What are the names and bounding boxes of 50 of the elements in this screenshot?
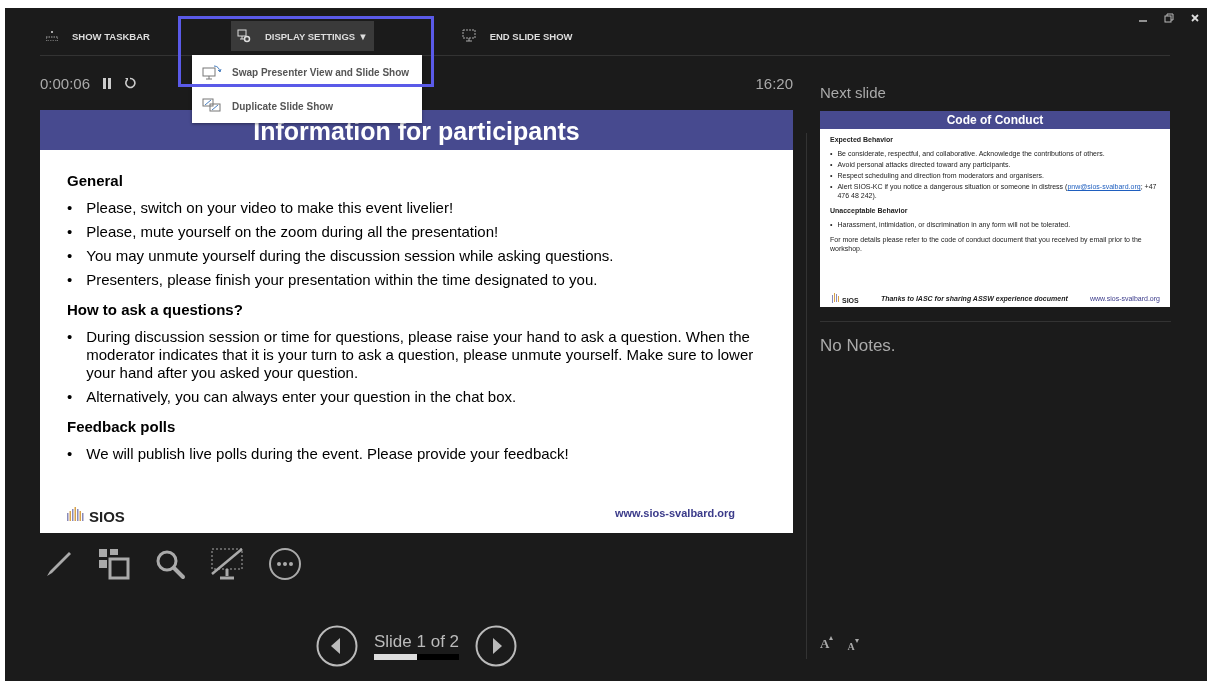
reset-icon[interactable] — [124, 77, 137, 89]
website-url: www.sios-svalbard.org — [615, 507, 735, 519]
up-triangle-icon — [829, 636, 834, 640]
slide-counter: Slide 1 of 2 — [373, 632, 460, 652]
bullet-text: Please, mute yourself on the zoom during all the presentation! — [86, 223, 499, 241]
bullet-marker: • — [67, 388, 73, 406]
more-options-icon[interactable] — [268, 547, 302, 581]
pause-icon[interactable] — [102, 77, 113, 89]
bullet-text: You may unmute yourself during the discussion session while asking questions. — [86, 247, 614, 265]
logo-mark-icon — [832, 293, 842, 304]
elapsed-time: 0:00:06 — [40, 74, 91, 92]
duplicate-screens-icon — [202, 98, 222, 114]
down-triangle-icon — [854, 639, 859, 643]
toolbar-button[interactable]: END SLIDE SHOW — [455, 21, 579, 51]
bullet-text: Presenters, please finish your presentation within the time designated to you. — [86, 271, 598, 289]
section-heading: How to ask a questions? — [67, 301, 244, 318]
monitor-gear-icon — [236, 29, 251, 43]
toolbar-button[interactable]: SHOW TASKBAR — [40, 21, 156, 51]
search-icon[interactable] — [154, 548, 186, 580]
toolbar-button[interactable]: DISPLAY SETTINGS ▼ — [230, 21, 374, 51]
next-slide-label: Next slide — [820, 84, 886, 101]
bullet-marker: • — [67, 247, 73, 265]
menu-item[interactable]: Duplicate Slide Show — [192, 89, 422, 123]
notes-text: No Notes. — [820, 336, 897, 357]
bullet-text: During discussion session or time for questions, please raise your hand to ask a question. When the moderator indicates that it is your turn to ask a question, please unmute yourself. Make sure to lower your hand after you asked your question. — [86, 328, 755, 382]
swap-screens-icon — [202, 64, 222, 80]
bullet-text: Alternatively, you can always enter your question in the chat box. — [86, 388, 517, 406]
bullet-marker: • — [67, 271, 73, 289]
taskbar-icon — [46, 31, 58, 41]
next-slide-icon[interactable] — [475, 625, 518, 667]
logo-text: SIOS — [89, 508, 125, 525]
restore-icon[interactable] — [1164, 13, 1174, 23]
close-icon[interactable] — [1190, 13, 1200, 23]
preview-title: Code of Conduct — [820, 111, 1170, 129]
bullet-marker: • — [67, 328, 73, 347]
clock-time: 16:20 — [755, 74, 793, 92]
section-heading: Feedback polls — [67, 418, 177, 435]
section-heading: General — [67, 172, 124, 189]
monitor-icon — [461, 29, 476, 43]
screen-off-icon[interactable] — [210, 547, 244, 581]
bullet-marker: • — [67, 445, 73, 463]
bullet-text: Please, switch on your video to make this event livelier! — [86, 199, 454, 217]
slides-grid-icon[interactable] — [98, 548, 130, 580]
increase-font-button[interactable]: A — [820, 636, 834, 652]
menu-item[interactable]: Swap Presenter View and Slide Show — [192, 55, 422, 89]
decrease-font-button[interactable]: A — [847, 636, 859, 652]
bullet-text: We will publish live polls during the event. Please provide your feedback! — [86, 445, 569, 463]
previous-slide-icon[interactable] — [315, 625, 358, 667]
bullet-marker: • — [67, 223, 73, 241]
bullet-marker: • — [67, 199, 73, 217]
